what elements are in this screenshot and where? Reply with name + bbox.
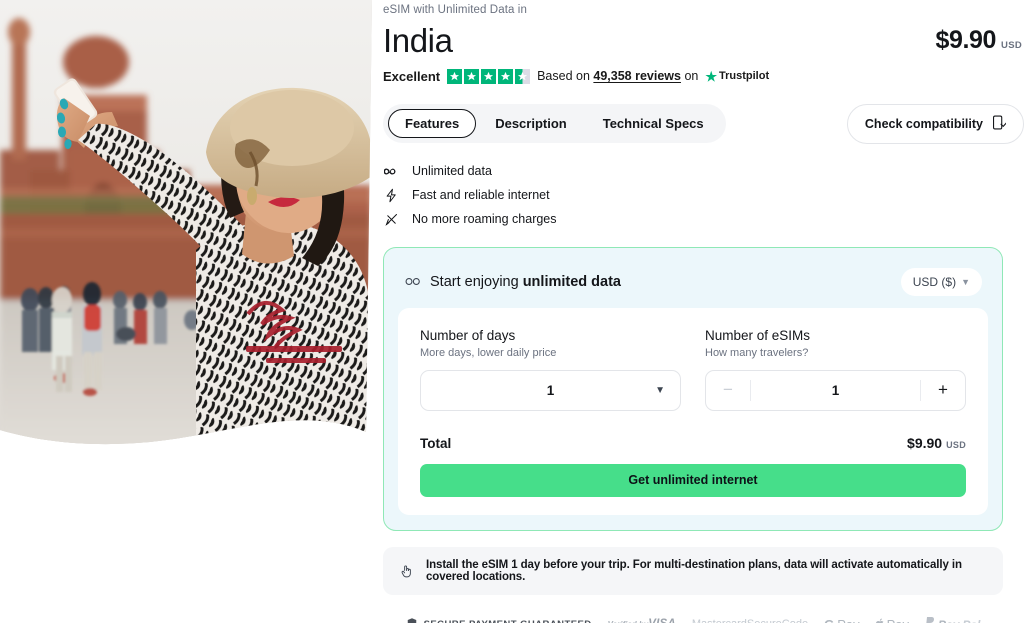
apple-pay-logo: Pay: [875, 617, 909, 623]
payment-badges: SECURE PAYMENT GUARANTEED Verified by VI…: [383, 617, 1003, 623]
plan-heading-bold: unlimited data: [522, 273, 621, 290]
trustpilot-rating: Excellent Based on 49,358 reviews on ★ Tr…: [383, 68, 1024, 84]
tab-features[interactable]: Features: [388, 109, 477, 139]
no-roaming-icon: [383, 212, 400, 227]
trustpilot-star-icon: ★: [705, 68, 718, 84]
days-field: Number of days More days, lower daily pr…: [420, 328, 681, 411]
plan-card: Start enjoying unlimited data USD ($) ▼ …: [383, 246, 1003, 531]
currency-selector[interactable]: USD ($) ▼: [900, 267, 982, 296]
days-value: 1: [546, 382, 555, 398]
check-compatibility-label: Check compatibility: [864, 116, 983, 131]
based-on-prefix: Based on: [537, 69, 594, 84]
title-row: eSIM with Unlimited Data in India $9.90 …: [383, 4, 1024, 61]
chevron-down-icon: ▼: [655, 384, 665, 396]
esims-value[interactable]: 1: [751, 371, 920, 410]
rating-word: Excellent: [383, 68, 441, 84]
total-amount: $9.90: [907, 434, 943, 451]
total-row: Total $9.90 USD: [420, 435, 966, 451]
plan-heading-prefix: Start enjoying: [430, 273, 523, 290]
phone-check-icon: [992, 115, 1008, 133]
infinity-icon: [404, 273, 421, 290]
install-notice: Install the eSIM 1 day before your trip.…: [383, 546, 1003, 595]
price-block: $9.90 USD: [935, 26, 1024, 55]
paypal-logo: PayPal: [925, 617, 980, 623]
total-label: Total: [420, 435, 452, 451]
tab-description[interactable]: Description: [478, 109, 584, 138]
price-amount: $9.90: [935, 26, 997, 54]
get-unlimited-internet-button[interactable]: Get unlimited internet: [420, 463, 966, 497]
feature-item: Fast and reliable internet: [383, 188, 1024, 203]
plan-card-title: Start enjoying unlimited data: [404, 273, 621, 290]
mastercard-securecode-logo: Mastercard SecureCode: [692, 619, 808, 623]
chevron-down-icon: ▼: [961, 276, 970, 287]
apple-logo-icon: [875, 617, 885, 623]
plan-fields: Number of days More days, lower daily pr…: [420, 328, 966, 411]
paypal-pay-text: Pay: [938, 618, 959, 623]
tab-technical-specs[interactable]: Technical Specs: [586, 109, 721, 138]
feature-label: No more roaming charges: [412, 212, 557, 227]
total-currency: USD: [946, 439, 966, 450]
paypal-pal-text: Pal: [962, 618, 980, 623]
lightning-bolt-icon: [383, 188, 400, 203]
esims-field: Number of eSIMs How many travelers? − 1 …: [705, 328, 966, 411]
plan-card-header: Start enjoying unlimited data USD ($) ▼: [398, 262, 988, 308]
product-page: eSIM with Unlimited Data in India $9.90 …: [0, 0, 1024, 623]
secure-payment-badge: SECURE PAYMENT GUARANTEED: [406, 617, 592, 623]
esims-decrement-button[interactable]: −: [706, 371, 750, 410]
verified-by-visa-logo: Verified by VISA: [608, 618, 676, 623]
feature-item: Unlimited data: [383, 164, 1024, 179]
securecode-text: SecureCode: [747, 619, 808, 623]
paypal-p-icon: [925, 617, 935, 623]
trustpilot-brand[interactable]: ★ Trustpilot: [705, 70, 769, 83]
infinity-icon: [383, 164, 400, 179]
reviews-count-link[interactable]: 49,358 reviews: [593, 69, 681, 83]
on-text: on: [680, 69, 699, 84]
feature-label: Fast and reliable internet: [412, 188, 550, 203]
tabs-row: Features Description Technical Specs Che…: [383, 103, 1024, 144]
plan-heading: Start enjoying unlimited data: [430, 274, 621, 290]
apay-pay-text: Pay: [887, 617, 909, 623]
shield-check-icon: [406, 617, 418, 623]
features-list: Unlimited data Fast and reliable interne…: [383, 164, 1024, 227]
star-half-icon: [515, 68, 531, 84]
star-icon: [464, 68, 480, 84]
plan-card-body: Number of days More days, lower daily pr…: [398, 307, 988, 515]
product-details: eSIM with Unlimited Data in India $9.90 …: [383, 0, 1024, 623]
gpay-pay-text: Pay: [837, 617, 859, 623]
feature-item: No more roaming charges: [383, 212, 1024, 227]
title-block: eSIM with Unlimited Data in India: [383, 4, 527, 61]
mastercard-text: Mastercard: [692, 619, 747, 623]
price-currency: USD: [1001, 40, 1022, 51]
star-icon: [481, 68, 497, 84]
esims-sublabel: How many travelers?: [705, 346, 809, 359]
currency-selector-value: USD ($): [912, 274, 957, 289]
visa-text: VISA: [648, 618, 676, 623]
google-g-text: G: [824, 617, 834, 623]
days-sublabel: More days, lower daily price: [420, 346, 557, 359]
days-label: Number of days: [420, 327, 516, 343]
total-value: $9.90 USD: [907, 435, 966, 451]
feature-label: Unlimited data: [412, 164, 492, 179]
touch-hand-icon: [399, 563, 414, 579]
hero-image: [0, 0, 372, 452]
page-title: India: [383, 22, 453, 59]
esims-increment-button[interactable]: +: [921, 371, 965, 410]
reviews-text: Based on 49,358 reviews on: [537, 69, 698, 83]
check-compatibility-button[interactable]: Check compatibility: [846, 103, 1024, 144]
esims-label: Number of eSIMs: [705, 327, 811, 343]
esims-stepper: − 1 +: [705, 369, 966, 411]
install-notice-text: Install the eSIM 1 day before your trip.…: [426, 558, 962, 583]
star-icon: [447, 68, 463, 84]
star-icon: [498, 68, 514, 84]
secure-payment-label: SECURE PAYMENT GUARANTEED: [424, 619, 592, 623]
tab-bar: Features Description Technical Specs: [383, 104, 726, 144]
days-select[interactable]: 1 ▼: [420, 369, 681, 411]
trustpilot-label: Trustpilot: [719, 70, 770, 83]
rating-stars: [447, 68, 531, 84]
google-pay-logo: G Pay: [824, 617, 860, 623]
page-eyebrow: eSIM with Unlimited Data in: [383, 4, 527, 16]
